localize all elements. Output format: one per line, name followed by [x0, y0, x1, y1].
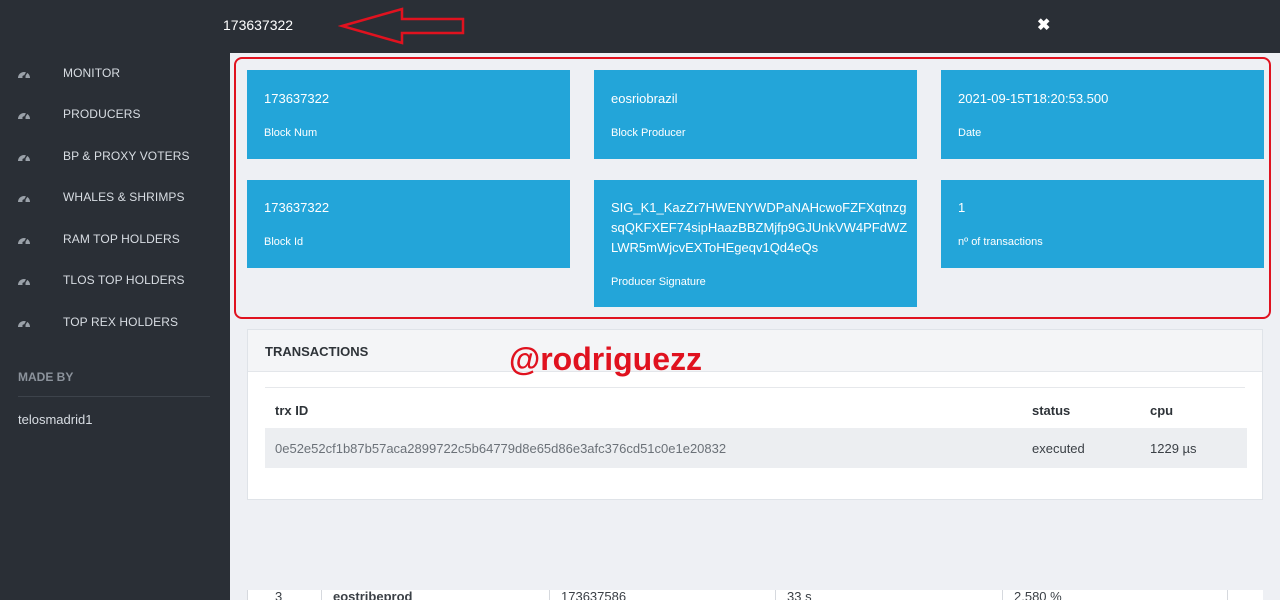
block-detail-panel: 173637322 Block Num eosriobrazil Block P…: [230, 53, 1280, 600]
block-num-value: 173637322: [264, 91, 330, 106]
date-label: Date: [958, 127, 982, 139]
trx-id-cell[interactable]: 0e52e52cf1b87b57aca2899722c5b64779d8e65d…: [275, 441, 726, 456]
table-divider: [265, 387, 1245, 388]
signature-line-3: LWR5mWjcvEXToHEgeqv1Qd4eQs: [611, 240, 819, 255]
sidebar-item-label: WHALES & SHRIMPS: [63, 190, 185, 204]
transactions-panel: TRANSACTIONS trx ID status cpu 0e52e52cf…: [247, 329, 1263, 500]
block-producer-value: eosriobrazil: [611, 91, 678, 106]
divider: [321, 590, 322, 600]
sidebar-item-monitor[interactable]: MONITOR: [0, 59, 230, 89]
close-icon[interactable]: ✖: [1037, 15, 1050, 35]
bg-percent-cell: 2.580 %: [1014, 590, 1062, 600]
sidebar-item-label: MONITOR: [63, 66, 121, 80]
card-date: 2021-09-15T18:20:53.500 Date: [941, 70, 1264, 159]
sidebar-item-label: TOP REX HOLDERS: [63, 315, 179, 329]
divider: [18, 396, 210, 397]
divider: [1227, 590, 1228, 600]
divider: [247, 590, 248, 600]
dashboard-icon: [18, 237, 30, 245]
sidebar-item-top-rex-holders[interactable]: TOP REX HOLDERS: [0, 308, 230, 338]
sidebar-item-label: TLOS TOP HOLDERS: [63, 273, 185, 287]
block-id-label: Block Id: [264, 236, 304, 248]
divider: [1002, 590, 1003, 600]
dashboard-icon: [18, 278, 30, 286]
signature-line-2: sqQKFXEF74sipHaazBBZMjfp9GJUnkVW4PFdWZ: [611, 220, 908, 235]
cpu-cell: 1229 µs: [1150, 441, 1197, 456]
modal-header: 173637322 ✖: [0, 0, 1280, 53]
divider: [775, 590, 776, 600]
transactions-header: TRANSACTIONS: [248, 330, 1262, 372]
bg-block-cell: 173637586: [561, 590, 627, 600]
bg-producer-cell: eostribeprod: [333, 590, 413, 600]
column-header-status: status: [1032, 403, 1071, 418]
card-block-id: 173637322 Block Id: [247, 180, 570, 268]
bg-time-cell: 33 s: [787, 590, 812, 600]
producer-signature-label: Producer Signature: [611, 276, 706, 288]
dashboard-icon: [18, 195, 30, 203]
status-cell: executed: [1032, 441, 1085, 456]
sidebar-item-producers[interactable]: PRODUCERS: [0, 100, 230, 130]
card-producer-signature: SIG_K1_KazZr7HWENYWDPaNAHcwoFZFXqtnzg sq…: [594, 180, 917, 307]
sidebar-item-label: RAM TOP HOLDERS: [63, 232, 180, 246]
red-arrow-annotation: [338, 7, 465, 45]
made-by-heading: MADE BY: [18, 370, 74, 384]
made-by-name[interactable]: telosmadrid1: [18, 412, 92, 427]
block-id-value: 173637322: [264, 200, 330, 215]
card-block-num: 173637322 Block Num: [247, 70, 570, 159]
modal-title: 173637322: [223, 17, 294, 33]
tx-count-value: 1: [958, 200, 966, 215]
column-header-trx-id: trx ID: [275, 403, 309, 418]
table-row[interactable]: 0e52e52cf1b87b57aca2899722c5b64779d8e65d…: [265, 428, 1247, 468]
watermark-annotation: @rodriguezz: [509, 341, 702, 377]
sidebar-item-tlos-top-holders[interactable]: TLOS TOP HOLDERS: [0, 266, 230, 296]
dashboard-icon: [18, 320, 30, 328]
sidebar-item-label: BP & PROXY VOTERS: [63, 149, 190, 163]
date-value: 2021-09-15T18:20:53.500: [958, 91, 1109, 106]
bg-rank-cell: 3: [275, 590, 283, 600]
background-table-row: 3 eostribeprod 173637586 33 s 2.580 %: [247, 590, 1263, 600]
dashboard-icon: [18, 154, 30, 162]
sidebar: MONITOR PRODUCERS BP & PROXY VOTERS WHAL…: [0, 53, 230, 600]
column-header-cpu: cpu: [1150, 403, 1174, 418]
block-num-label: Block Num: [264, 127, 318, 139]
sidebar-item-bp-proxy-voters[interactable]: BP & PROXY VOTERS: [0, 142, 230, 172]
tx-count-label: nº of transactions: [958, 236, 1043, 248]
transactions-title: TRANSACTIONS: [265, 344, 369, 359]
block-producer-label: Block Producer: [611, 127, 686, 139]
dashboard-icon: [18, 112, 30, 120]
sidebar-item-ram-top-holders[interactable]: RAM TOP HOLDERS: [0, 225, 230, 255]
divider: [549, 590, 550, 600]
dashboard-icon: [18, 71, 30, 79]
card-block-producer: eosriobrazil Block Producer: [594, 70, 917, 159]
card-tx-count: 1 nº of transactions: [941, 180, 1264, 268]
signature-line-1: SIG_K1_KazZr7HWENYWDPaNAHcwoFZFXqtnzg: [611, 200, 907, 215]
sidebar-item-whales-shrimps[interactable]: WHALES & SHRIMPS: [0, 183, 230, 213]
sidebar-item-label: PRODUCERS: [63, 107, 141, 121]
